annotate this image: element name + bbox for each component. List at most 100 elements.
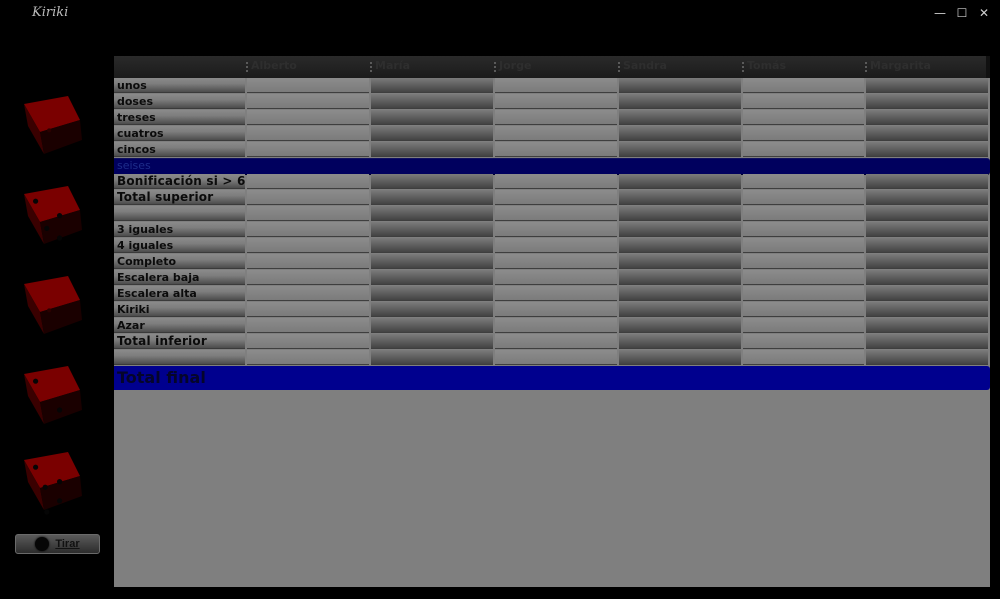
score-cell[interactable] (371, 318, 493, 333)
score-cell[interactable] (495, 142, 617, 157)
score-cell[interactable] (247, 174, 369, 189)
score-cell[interactable] (495, 110, 617, 125)
score-cell[interactable] (619, 222, 741, 237)
table-row[interactable]: Azar (114, 318, 990, 334)
table-row[interactable]: 4 iguales (114, 238, 990, 254)
score-cell[interactable] (866, 78, 988, 93)
table-row[interactable] (114, 206, 990, 222)
column-header[interactable]: Tomás (741, 56, 864, 78)
column-header[interactable]: Alberto (245, 56, 369, 78)
score-cell[interactable] (371, 190, 493, 205)
score-cell[interactable] (619, 254, 741, 269)
minimize-icon[interactable]: — (930, 3, 950, 23)
score-cell[interactable] (495, 270, 617, 285)
score-cell[interactable] (619, 78, 741, 93)
score-cell[interactable] (495, 254, 617, 269)
score-cell[interactable] (247, 190, 369, 205)
score-cell[interactable] (371, 142, 493, 157)
score-cell[interactable] (866, 302, 988, 317)
score-cell[interactable] (247, 350, 369, 365)
score-cell[interactable] (371, 94, 493, 109)
score-cell[interactable] (247, 254, 369, 269)
table-row[interactable]: Completo (114, 254, 990, 270)
score-cell[interactable] (371, 238, 493, 253)
score-cell[interactable] (866, 270, 988, 285)
score-cell[interactable] (247, 94, 369, 109)
score-cell[interactable] (495, 206, 617, 221)
score-cell[interactable] (371, 126, 493, 141)
score-cell[interactable] (495, 334, 617, 349)
score-cell[interactable] (866, 142, 988, 157)
score-cell[interactable] (866, 206, 988, 221)
table-row[interactable]: cincos (114, 142, 990, 158)
score-cell[interactable] (619, 190, 741, 205)
score-cell[interactable] (743, 254, 864, 269)
die-face-icon[interactable] (22, 182, 82, 244)
score-cell[interactable] (371, 110, 493, 125)
score-cell[interactable] (743, 286, 864, 301)
score-cell[interactable] (495, 286, 617, 301)
score-cell[interactable] (619, 270, 741, 285)
column-header[interactable]: Margarita (864, 56, 988, 78)
table-row[interactable]: cuatros (114, 126, 990, 142)
score-cell[interactable] (743, 110, 864, 125)
score-cell[interactable] (247, 238, 369, 253)
table-row[interactable]: Bonificación si > 62 (114, 174, 990, 190)
maximize-icon[interactable]: ☐ (952, 3, 972, 23)
score-cell[interactable] (866, 318, 988, 333)
score-cell[interactable] (247, 206, 369, 221)
table-row[interactable]: doses (114, 94, 990, 110)
score-cell[interactable] (743, 350, 864, 365)
score-cell[interactable] (619, 142, 741, 157)
score-cell[interactable] (743, 126, 864, 141)
score-cell[interactable] (247, 318, 369, 333)
score-cell[interactable] (619, 174, 741, 189)
score-cell[interactable] (619, 286, 741, 301)
close-icon[interactable]: ✕ (974, 3, 994, 23)
score-cell[interactable] (866, 126, 988, 141)
table-row[interactable]: Escalera alta (114, 286, 990, 302)
score-cell[interactable] (371, 270, 493, 285)
score-cell[interactable] (743, 302, 864, 317)
score-cell[interactable] (866, 286, 988, 301)
score-cell[interactable] (619, 334, 741, 349)
score-cell[interactable] (495, 174, 617, 189)
score-cell[interactable] (247, 110, 369, 125)
score-cell[interactable] (743, 318, 864, 333)
score-cell[interactable] (247, 142, 369, 157)
score-cell[interactable] (743, 238, 864, 253)
score-cell[interactable] (866, 350, 988, 365)
table-row[interactable]: treses (114, 110, 990, 126)
score-cell[interactable] (495, 238, 617, 253)
table-row[interactable]: 3 iguales (114, 222, 990, 238)
die-face-icon[interactable] (22, 272, 82, 334)
score-cell[interactable] (743, 334, 864, 349)
score-cell[interactable] (495, 190, 617, 205)
score-cell[interactable] (371, 174, 493, 189)
die-face-icon[interactable] (22, 448, 82, 515)
score-cell[interactable] (619, 94, 741, 109)
table-row[interactable]: Kiriki (114, 302, 990, 318)
score-cell[interactable] (495, 78, 617, 93)
selected-row[interactable]: seises (114, 158, 990, 175)
table-row[interactable]: Total inferior (114, 334, 990, 350)
score-cell[interactable] (247, 334, 369, 349)
score-cell[interactable] (866, 94, 988, 109)
score-cell[interactable] (866, 238, 988, 253)
score-cell[interactable] (495, 318, 617, 333)
score-cell[interactable] (619, 126, 741, 141)
score-cell[interactable] (619, 302, 741, 317)
score-cell[interactable] (866, 190, 988, 205)
table-row[interactable] (114, 350, 990, 366)
column-header[interactable]: María (369, 56, 493, 78)
score-cell[interactable] (495, 126, 617, 141)
score-cell[interactable] (743, 222, 864, 237)
score-cell[interactable] (247, 286, 369, 301)
score-cell[interactable] (619, 206, 741, 221)
column-header[interactable]: Jorge (493, 56, 617, 78)
table-row[interactable]: unos (114, 78, 990, 94)
score-cell[interactable] (619, 238, 741, 253)
score-cell[interactable] (371, 302, 493, 317)
score-cell[interactable] (247, 302, 369, 317)
score-cell[interactable] (743, 94, 864, 109)
